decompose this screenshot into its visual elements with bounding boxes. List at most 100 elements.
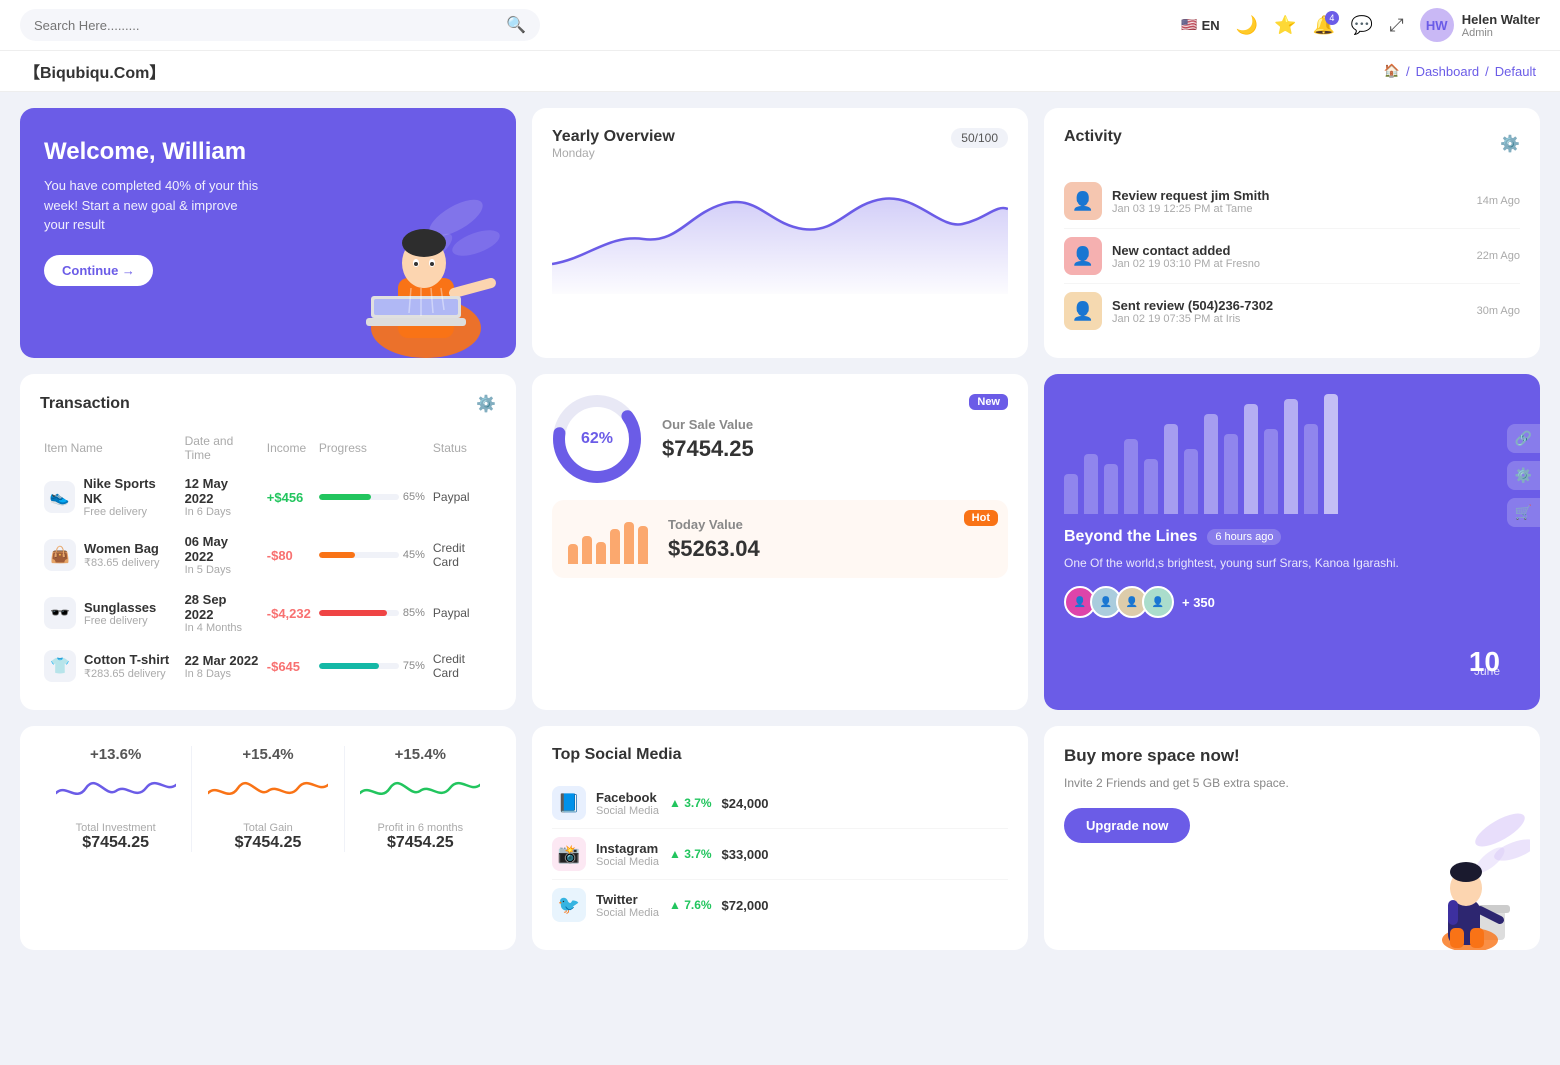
progress-cell-3: 75% bbox=[315, 642, 429, 690]
notifications-button[interactable]: 🔔 4 bbox=[1312, 15, 1334, 36]
item-icon-3: 👕 bbox=[44, 650, 76, 682]
date-cell-3: 22 Mar 2022 In 8 Days bbox=[181, 642, 263, 690]
act-info-1: New contact added Jan 02 19 03:10 PM at … bbox=[1112, 243, 1467, 270]
search-input[interactable] bbox=[34, 18, 498, 33]
stat-item-1: +15.4% Total Gain $7454.25 bbox=[192, 746, 343, 852]
transaction-settings-button[interactable]: ⚙️ bbox=[476, 394, 496, 414]
act-title-1: New contact added bbox=[1112, 243, 1467, 258]
item-cell-2: 🕶️ Sunglasses Free delivery bbox=[40, 584, 181, 642]
date-main-0: 12 May 2022 bbox=[185, 476, 259, 506]
wave-chart-1 bbox=[208, 763, 328, 813]
donut-percentage: 62% bbox=[581, 430, 613, 448]
progress-bar-fill-1 bbox=[319, 552, 355, 558]
social-value-1: $33,000 bbox=[722, 847, 769, 862]
item-sub-1: ₹83.65 delivery bbox=[84, 556, 160, 569]
progress-cell-1: 45% bbox=[315, 526, 429, 584]
stat-value-1: $7454.25 bbox=[192, 834, 343, 852]
table-row: 👟 Nike Sports NK Free delivery 12 May 20… bbox=[40, 468, 496, 526]
messages-button[interactable]: 💬 bbox=[1351, 15, 1373, 36]
language-selector[interactable]: 🇺🇸 EN bbox=[1181, 17, 1219, 33]
yearly-chart bbox=[552, 174, 1008, 294]
table-row: 👕 Cotton T-shirt ₹283.65 delivery 22 Mar… bbox=[40, 642, 496, 690]
social-name-1: Instagram bbox=[596, 841, 659, 856]
upgrade-button[interactable]: Upgrade now bbox=[1064, 808, 1190, 843]
beyond-avatar4: 👤 bbox=[1142, 586, 1174, 618]
progress-pct-2: 85% bbox=[403, 607, 425, 619]
status-cell-1: Credit Card bbox=[429, 526, 496, 584]
buyspace-title: Buy more space now! bbox=[1064, 746, 1520, 766]
activity-item: 👤 New contact added Jan 02 19 03:10 PM a… bbox=[1064, 229, 1520, 284]
social-info-2: Twitter Social Media bbox=[596, 892, 659, 919]
income-cell-1: -$80 bbox=[263, 526, 315, 584]
yearly-subtitle: Monday bbox=[552, 146, 675, 160]
item-sub-3: ₹283.65 delivery bbox=[84, 667, 169, 680]
activity-settings-button[interactable]: ⚙️ bbox=[1500, 134, 1520, 154]
beyond-icon1-button[interactable]: 🔗 bbox=[1507, 424, 1540, 453]
progress-bar-wrap-1 bbox=[319, 552, 399, 558]
social-info-0: Facebook Social Media bbox=[596, 790, 659, 817]
beyond-card: 🔗 ⚙️ 🛒 Beyond the Lines 6 hours ago One … bbox=[1044, 374, 1540, 710]
item-cell-1: 👜 Women Bag ₹83.65 delivery bbox=[40, 526, 181, 584]
item-name-0: Nike Sports NK bbox=[83, 476, 176, 506]
date-sub-1: In 5 Days bbox=[185, 564, 259, 576]
beyond-icon3-button[interactable]: 🛒 bbox=[1507, 498, 1540, 527]
search-bar[interactable]: 🔍 bbox=[20, 9, 540, 41]
act-time-1: 22m Ago bbox=[1477, 250, 1520, 262]
date-sub-0: In 6 Days bbox=[185, 506, 259, 518]
social-value-2: $72,000 bbox=[722, 898, 769, 913]
social-growth-2: ▲ 7.6% bbox=[669, 898, 712, 912]
sale-value: $7454.25 bbox=[662, 436, 754, 462]
transaction-header: Item Name bbox=[40, 428, 181, 468]
social-row: 📸 Instagram Social Media ▲ 3.7% $33,000 bbox=[552, 829, 1008, 880]
sale-value-card: New 62% Our Sale Value $7454.25 Hot bbox=[532, 374, 1028, 710]
progress-bar-fill-2 bbox=[319, 610, 387, 616]
transaction-table: Item NameDate and TimeIncomeProgressStat… bbox=[40, 428, 496, 690]
status-cell-3: Credit Card bbox=[429, 642, 496, 690]
income-cell-2: -$4,232 bbox=[263, 584, 315, 642]
notification-badge: 4 bbox=[1325, 11, 1339, 25]
today-value: $5263.04 bbox=[668, 536, 760, 562]
user-profile[interactable]: HW Helen Walter Admin bbox=[1420, 8, 1540, 42]
table-row: 👜 Women Bag ₹83.65 delivery 06 May 2022 … bbox=[40, 526, 496, 584]
theme-toggle-button[interactable]: 🌙 bbox=[1236, 15, 1258, 36]
welcome-title: Welcome, William bbox=[44, 138, 492, 166]
progress-bar-wrap-2 bbox=[319, 610, 399, 616]
progress-bar-wrap-0 bbox=[319, 494, 399, 500]
new-badge: New bbox=[969, 394, 1008, 410]
breadcrumb: 🏠 / Dashboard / Default bbox=[1384, 63, 1536, 79]
beyond-bar-chart bbox=[1064, 394, 1520, 514]
fullscreen-button[interactable]: ⤢ bbox=[1389, 15, 1403, 36]
act-sub-1: Jan 02 19 03:10 PM at Fresno bbox=[1112, 258, 1467, 270]
breadcrumb-dashboard[interactable]: Dashboard bbox=[1416, 64, 1480, 79]
social-growth-1: ▲ 3.7% bbox=[669, 847, 712, 861]
wave-chart-0 bbox=[56, 763, 176, 813]
activity-list: 👤 Review request jim Smith Jan 03 19 12:… bbox=[1064, 174, 1520, 338]
stats-inner: +13.6% Total Investment $7454.25 +15.4% … bbox=[40, 746, 496, 852]
act-title-2: Sent review (504)236-7302 bbox=[1112, 298, 1467, 313]
date-main-3: 22 Mar 2022 bbox=[185, 653, 259, 668]
progress-pct-3: 75% bbox=[403, 660, 425, 672]
stat-item-2: +15.4% Profit in 6 months $7454.25 bbox=[345, 746, 496, 852]
item-sub-2: Free delivery bbox=[84, 615, 156, 627]
stat-value-2: $7454.25 bbox=[345, 834, 496, 852]
social-icon-1: 📸 bbox=[552, 837, 586, 871]
continue-button[interactable]: Continue → bbox=[44, 255, 153, 286]
status-cell-2: Paypal bbox=[429, 584, 496, 642]
date-main-1: 06 May 2022 bbox=[185, 534, 259, 564]
item-cell-0: 👟 Nike Sports NK Free delivery bbox=[40, 468, 181, 526]
buyspace-description: Invite 2 Friends and get 5 GB extra spac… bbox=[1064, 774, 1520, 792]
buy-space-card: Buy more space now! Invite 2 Friends and… bbox=[1044, 726, 1540, 950]
today-label: Today Value bbox=[668, 517, 760, 532]
item-name-1: Women Bag bbox=[84, 541, 160, 556]
item-icon-0: 👟 bbox=[44, 481, 75, 513]
beyond-header: Beyond the Lines 6 hours ago bbox=[1064, 528, 1520, 546]
welcome-illustration bbox=[316, 188, 506, 358]
item-icon-2: 🕶️ bbox=[44, 597, 76, 629]
sale-label: Our Sale Value bbox=[662, 417, 754, 432]
progress-pct-1: 45% bbox=[403, 549, 425, 561]
favorites-button[interactable]: ⭐ bbox=[1274, 15, 1296, 36]
transaction-header: Progress bbox=[315, 428, 429, 468]
transaction-header: Date and Time bbox=[181, 428, 263, 468]
beyond-icon2-button[interactable]: ⚙️ bbox=[1507, 461, 1540, 490]
yearly-title: Yearly Overview bbox=[552, 128, 675, 146]
